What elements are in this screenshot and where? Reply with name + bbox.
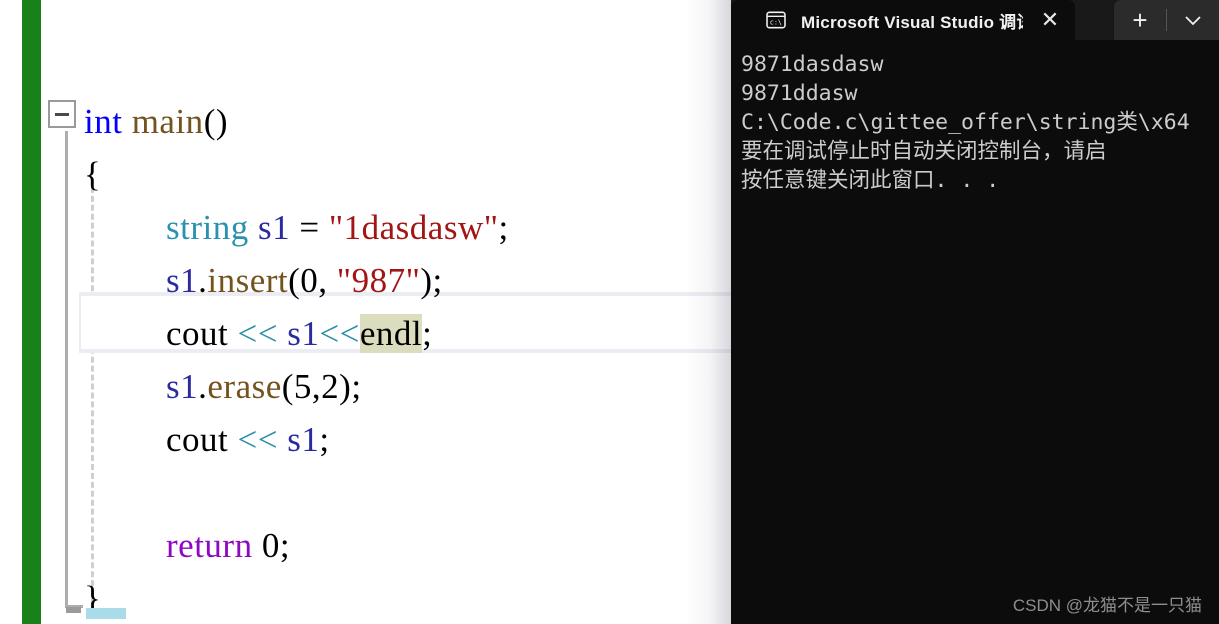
code-token: << — [319, 314, 360, 353]
code-token: . — [198, 261, 208, 300]
terminal-tab-title: Microsoft Visual Studio 调试控 — [801, 12, 1023, 32]
terminal-title-bar[interactable]: c:\ Microsoft Visual Studio 调试控 ✕ + — [731, 0, 1219, 40]
code-token: << — [237, 420, 278, 459]
code-token: "987" — [336, 261, 421, 300]
terminal-output-line: 9871dasdasw — [741, 52, 884, 77]
code-token: . — [198, 367, 208, 406]
svg-text:c:\: c:\ — [770, 19, 782, 27]
code-token: = — [290, 208, 329, 247]
console-cmd-icon: c:\ — [766, 11, 786, 29]
csdn-watermark: CSDN @龙猫不是一只猫 — [1012, 596, 1202, 615]
code-token: ); — [339, 367, 362, 406]
code-token: 2 — [321, 367, 340, 406]
code-token: ( — [281, 367, 294, 406]
code-token: s1 — [257, 208, 291, 247]
code-token: ); — [420, 261, 443, 300]
terminal-window[interactable]: c:\ Microsoft Visual Studio 调试控 ✕ + 9871… — [731, 0, 1219, 624]
code-token: cout — [166, 420, 229, 459]
code-token: ( — [288, 261, 301, 300]
code-token: ; — [422, 314, 433, 353]
terminal-tab[interactable]: c:\ Microsoft Visual Studio 调试控 ✕ — [731, 0, 1075, 40]
screenshot-root: int main(){string s1 = "1dasdasw"; s1.ins… — [0, 0, 1219, 624]
chevron-down-icon[interactable] — [1167, 0, 1219, 40]
code-line[interactable]: { — [84, 148, 101, 201]
new-tab-button[interactable]: + — [1114, 0, 1166, 40]
code-token: cout — [166, 314, 229, 353]
code-line[interactable]: int main() — [84, 95, 228, 148]
code-line[interactable]: cout << s1; — [166, 413, 330, 466]
code-token: s1 — [166, 261, 199, 300]
code-token: int — [84, 102, 123, 141]
code-line[interactable]: s1.insert(0, "987"); — [166, 254, 443, 307]
code-token: return — [166, 526, 253, 565]
code-line[interactable]: string s1 = "1dasdasw"; — [166, 201, 509, 254]
terminal-output-line: C:\Code.c\gittee_offer\string类\x64 — [741, 110, 1190, 135]
terminal-output-line: 9871ddasw — [741, 81, 858, 106]
code-token: s1 — [287, 420, 320, 459]
code-token: erase — [207, 367, 282, 406]
code-token: string — [166, 208, 249, 247]
code-token: ; — [279, 526, 291, 565]
close-icon[interactable]: ✕ — [1037, 9, 1063, 31]
code-token: main — [131, 102, 204, 141]
code-line[interactable]: cout << s1<<endl; — [166, 307, 432, 360]
code-token: ; — [319, 420, 330, 459]
code-token: 5 — [293, 367, 312, 406]
terminal-output-line: 要在调试停止时自动关闭控制台，请启 — [741, 139, 1107, 164]
code-token: s1 — [166, 367, 199, 406]
code-token: () — [203, 102, 228, 141]
code-token: ; — [498, 208, 509, 247]
code-token: , — [311, 367, 322, 406]
code-token: 0 — [300, 261, 319, 300]
code-editor-pane[interactable]: int main(){string s1 = "1dasdasw"; s1.ins… — [0, 0, 731, 624]
code-token: "1dasdasw" — [328, 208, 499, 247]
code-token: 0 — [261, 526, 280, 565]
chevron-down-glyph — [1185, 15, 1201, 25]
code-token: { — [84, 155, 102, 194]
terminal-output-line: 按任意键关闭此窗口. . . — [741, 168, 1000, 193]
code-token: s1 — [287, 314, 320, 353]
code-token: insert — [207, 261, 289, 300]
terminal-tab-controls[interactable]: + — [1114, 0, 1219, 40]
code-text-layer[interactable]: int main(){string s1 = "1dasdasw"; s1.ins… — [0, 0, 731, 624]
code-line[interactable]: s1.erase(5,2); — [166, 360, 362, 413]
selection-marker — [86, 608, 126, 619]
terminal-output[interactable]: 9871dasdasw 9871ddasw C:\Code.c\gittee_off… — [731, 40, 1219, 624]
selection-marker-gutter — [66, 607, 81, 613]
code-token-highlighted: endl — [359, 314, 423, 353]
code-token: , — [318, 261, 337, 300]
code-line[interactable]: return 0; — [166, 519, 290, 572]
code-token: << — [237, 314, 278, 353]
